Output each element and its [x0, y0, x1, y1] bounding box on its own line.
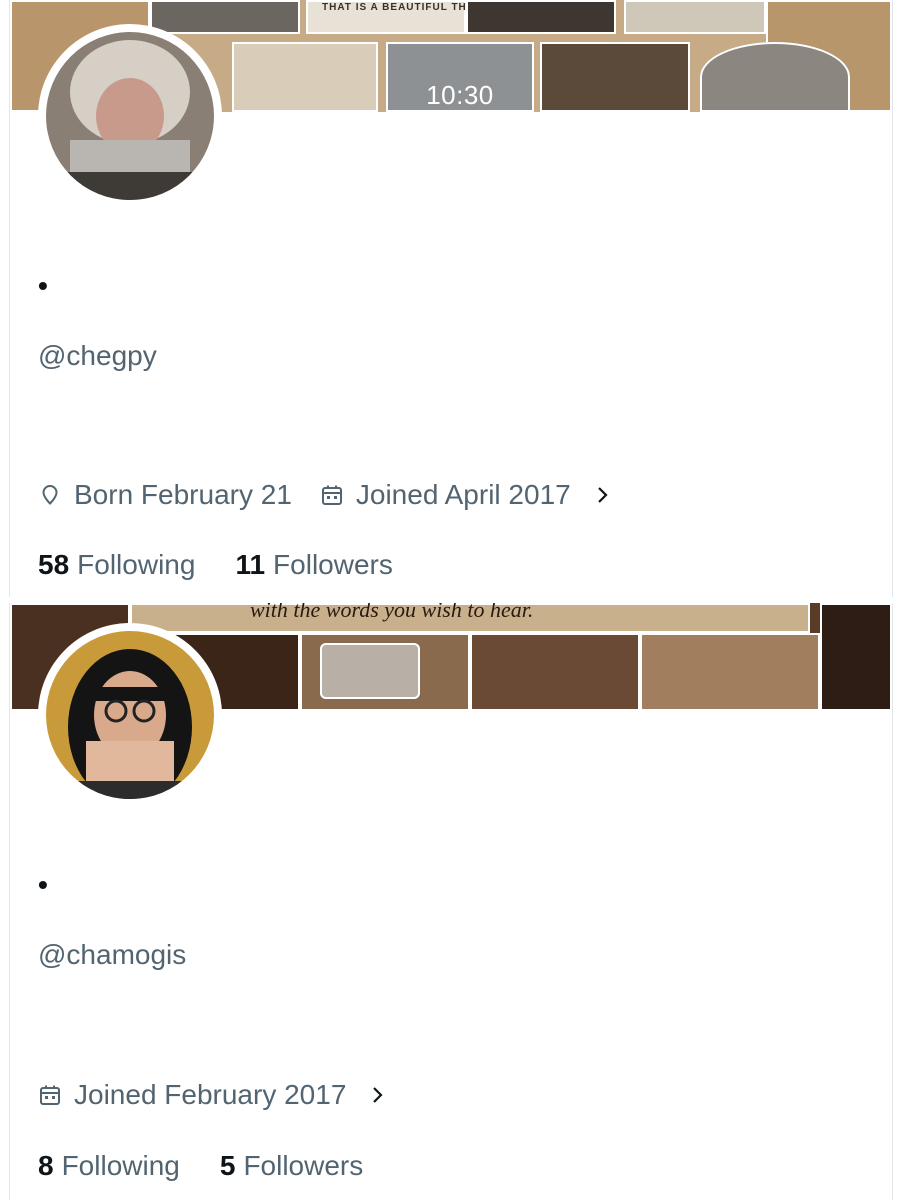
- following-link[interactable]: 58 Following: [38, 548, 195, 582]
- followers-count: 5: [219, 1150, 236, 1181]
- joined-item: Joined April 2017: [320, 478, 571, 512]
- followers-count: 11: [235, 549, 266, 580]
- avatar[interactable]: [38, 623, 222, 807]
- display-name: •: [38, 270, 48, 301]
- profile-meta: Born February 21 Joined April 2017: [38, 478, 613, 512]
- profile-meta: Joined February 2017: [38, 1078, 388, 1112]
- following-label: Following: [61, 1150, 180, 1181]
- follow-stats: 8 Following 5 Followers: [38, 1149, 403, 1183]
- banner-text: THAT IS A BEAUTIFUL THING: [322, 2, 488, 13]
- following-label: Following: [77, 549, 196, 580]
- username-handle: @chegpy: [38, 340, 157, 371]
- followers-label: Followers: [243, 1150, 364, 1181]
- following-count: 58: [38, 549, 70, 580]
- joined-item: Joined February 2017: [38, 1078, 346, 1112]
- joined-text: Joined April 2017: [355, 479, 571, 510]
- following-link[interactable]: 8 Following: [38, 1149, 180, 1183]
- avatar[interactable]: [38, 24, 222, 208]
- follow-stats: 58 Following 11 Followers: [38, 548, 433, 582]
- calendar-icon: [40, 1085, 60, 1105]
- birthday-item: Born February 21: [38, 478, 292, 512]
- profile-card-chegpy: THAT IS A BEAUTIFUL THING 10:30 • @chegp…: [9, 0, 893, 597]
- chevron-right-icon[interactable]: [593, 483, 613, 507]
- joined-text: Joined February 2017: [74, 1079, 347, 1110]
- banner-clock: 10:30: [426, 80, 494, 110]
- chevron-right-icon[interactable]: [368, 1083, 388, 1107]
- location-pin-icon: [42, 484, 58, 505]
- profile-card-chamogis: with the words you wish to hear. • @cham…: [9, 603, 893, 1200]
- display-name: •: [38, 869, 48, 900]
- calendar-icon: [321, 485, 342, 505]
- username-handle: @chamogis: [38, 939, 187, 970]
- followers-label: Followers: [273, 549, 393, 580]
- following-count: 8: [38, 1150, 54, 1181]
- birthday-text: Born February 21: [74, 479, 292, 510]
- banner-text: with the words you wish to hear.: [250, 603, 534, 622]
- followers-link[interactable]: 11 Followers: [235, 548, 392, 582]
- followers-link[interactable]: 5 Followers: [220, 1149, 363, 1183]
